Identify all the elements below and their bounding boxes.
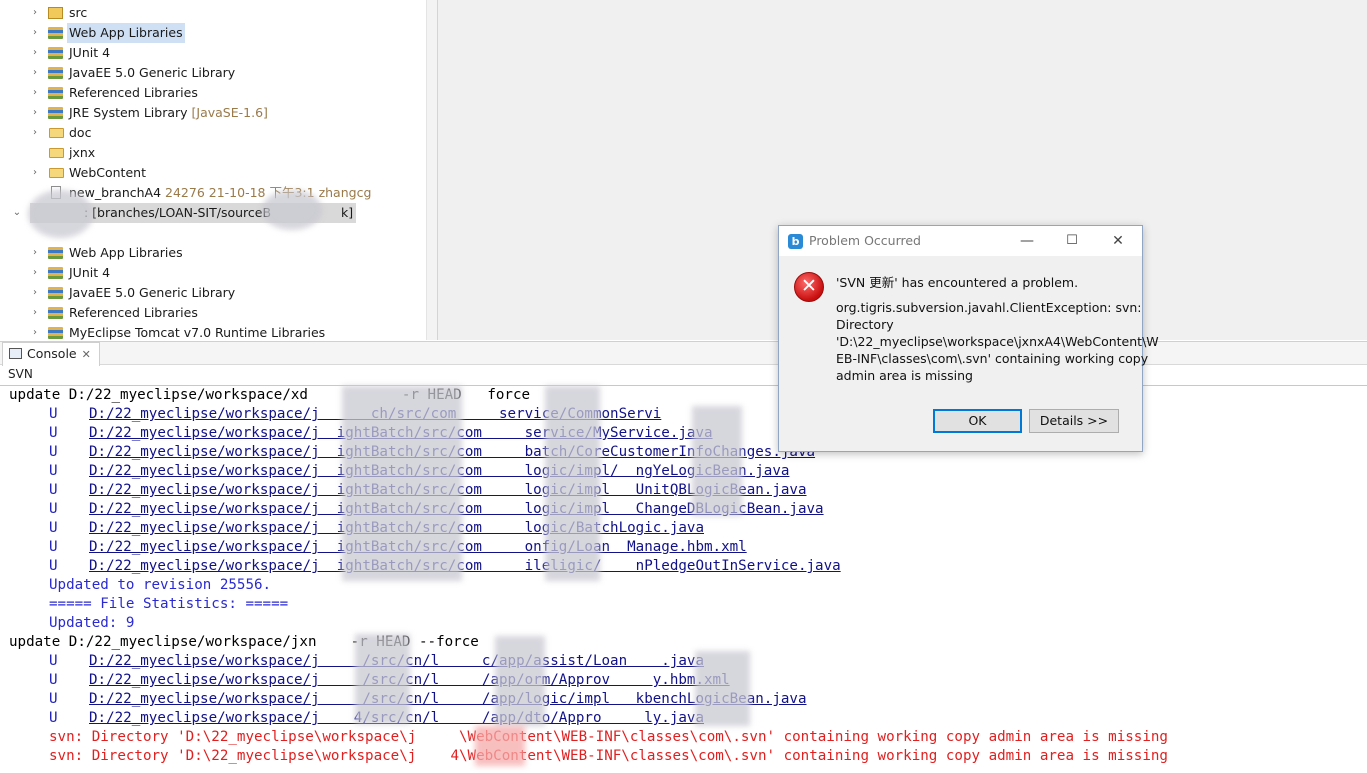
chevron-down-icon[interactable]: ⌄ [12,203,22,223]
tab-console[interactable]: Console ✕ [2,342,100,366]
folder-icon [49,168,64,178]
status-code: U [49,444,58,460]
chevron-right-icon[interactable]: › [30,283,40,303]
status-code: U [49,672,58,688]
status-code: U [49,520,58,536]
source-folder-icon [48,7,63,19]
ok-button[interactable]: OK [933,409,1022,433]
jre-label: JRE System Library [69,105,188,120]
console-header: SVN [8,367,33,381]
dialog-titlebar[interactable]: b Problem Occurred — ☐ ✕ [779,226,1142,256]
tree-item-label: JUnit 4 [69,265,111,280]
console-line-info: Updated: 9 [49,615,135,631]
tree-item-label: JUnit 4 [69,45,111,60]
blur-mask [262,190,322,230]
maximize-button[interactable]: ☐ [1057,230,1087,252]
tree-row-clipped [0,0,425,4]
tree-item-label: Referenced Libraries [69,305,198,320]
chevron-right-icon[interactable]: › [30,43,40,63]
minimize-button[interactable]: — [1012,230,1042,252]
status-code: U [49,539,58,555]
library-icon [48,327,63,339]
chevron-right-icon[interactable]: › [30,123,40,143]
close-icon[interactable]: ✕ [82,348,91,361]
status-code: U [49,691,58,707]
console-tabbar: Console ✕ [0,341,1367,366]
jre-version: [JavaSE-1.6] [191,105,268,120]
blur-mask [28,190,93,238]
status-code: U [49,558,58,574]
explorer-scrollbar[interactable] [426,0,437,340]
package-explorer: › src › Web App Libraries › JUnit 4 › Ja… [0,0,438,340]
tab-console-label: Console [27,346,77,361]
tree-item-label: JavaEE 5.0 Generic Library [69,65,236,80]
chevron-right-icon[interactable]: › [30,103,40,123]
blur-mask [475,726,525,766]
status-code: U [49,463,58,479]
chevron-right-icon[interactable]: › [30,263,40,283]
console-output[interactable]: update D:/22_myeclipse/workspace/xd -r H… [0,386,1367,773]
file-link[interactable]: D:/22_myeclipse/workspace/j ightBatch/sr… [89,558,841,574]
project-path-label: : [branches/LOAN-SIT/sourceB [84,205,272,220]
folder-icon [49,128,64,138]
problem-dialog: b Problem Occurred — ☐ ✕ ✕ 'SVN 更新' has … [778,225,1159,452]
tree-item-label: JRE System Library [JavaSE-1.6] [69,103,268,123]
status-code: U [49,482,58,498]
blur-mask [692,406,742,516]
library-icon [48,87,63,99]
status-code: U [49,406,58,422]
tree-item-label: jxnx [69,145,96,160]
tree-item-label: src [69,5,88,20]
dialog-message: org.tigris.subversion.javahl.ClientExcep… [836,300,1159,383]
dialog-headline: 'SVN 更新' has encountered a problem. [836,275,1079,290]
blur-mask [355,634,410,724]
chevron-right-icon[interactable]: › [30,3,40,23]
project-path-suffix: k] [341,205,354,220]
library-icon [48,67,63,79]
blur-mask [545,386,600,581]
blur-mask [342,386,462,581]
status-code: U [49,501,58,517]
chevron-right-icon[interactable]: › [30,83,40,103]
library-icon [48,107,63,119]
console-line-info: ===== File Statistics: ===== [49,596,289,612]
error-icon: ✕ [794,272,824,302]
library-icon [48,307,63,319]
tree-item-label: doc [69,125,92,140]
tree-item-label: Web App Libraries [67,23,185,43]
chevron-right-icon[interactable]: › [30,163,40,183]
tree-item-label: Referenced Libraries [69,85,198,100]
tree-item-label: MyEclipse Tomcat v7.0 Runtime Libraries [69,325,326,340]
status-code: U [49,653,58,669]
library-icon [48,247,63,259]
console-line-info: Updated to revision 25556. [49,577,272,593]
tree-item-label: new_branchA4 24276 21-10-18 下午3:1 zhangc… [69,183,371,203]
status-code: U [49,425,58,441]
library-icon [48,27,63,39]
blur-mask [695,651,750,726]
library-icon [48,47,63,59]
chevron-right-icon[interactable]: › [30,63,40,83]
details-button[interactable]: Details >> [1029,409,1119,433]
chevron-right-icon[interactable]: › [30,323,40,340]
chevron-right-icon[interactable]: › [30,23,40,43]
console-icon [9,348,22,359]
chevron-right-icon[interactable]: › [30,303,40,323]
tree-item-label: JavaEE 5.0 Generic Library [69,285,236,300]
blur-mask [495,636,545,726]
status-code: U [49,710,58,726]
console-line-error: svn: Directory 'D:\22_myeclipse\workspac… [49,729,1168,745]
dialog-title: Problem Occurred [809,233,921,248]
folder-icon [49,148,64,158]
tree-item-label: Web App Libraries [69,245,183,260]
library-icon [48,267,63,279]
close-button[interactable]: ✕ [1103,230,1133,252]
chevron-right-icon[interactable]: › [30,243,40,263]
tree-item-label: WebContent [69,165,146,180]
console-line-error: svn: Directory 'D:\22_myeclipse\workspac… [49,748,1168,764]
library-icon [48,287,63,299]
app-logo-icon: b [788,234,803,249]
